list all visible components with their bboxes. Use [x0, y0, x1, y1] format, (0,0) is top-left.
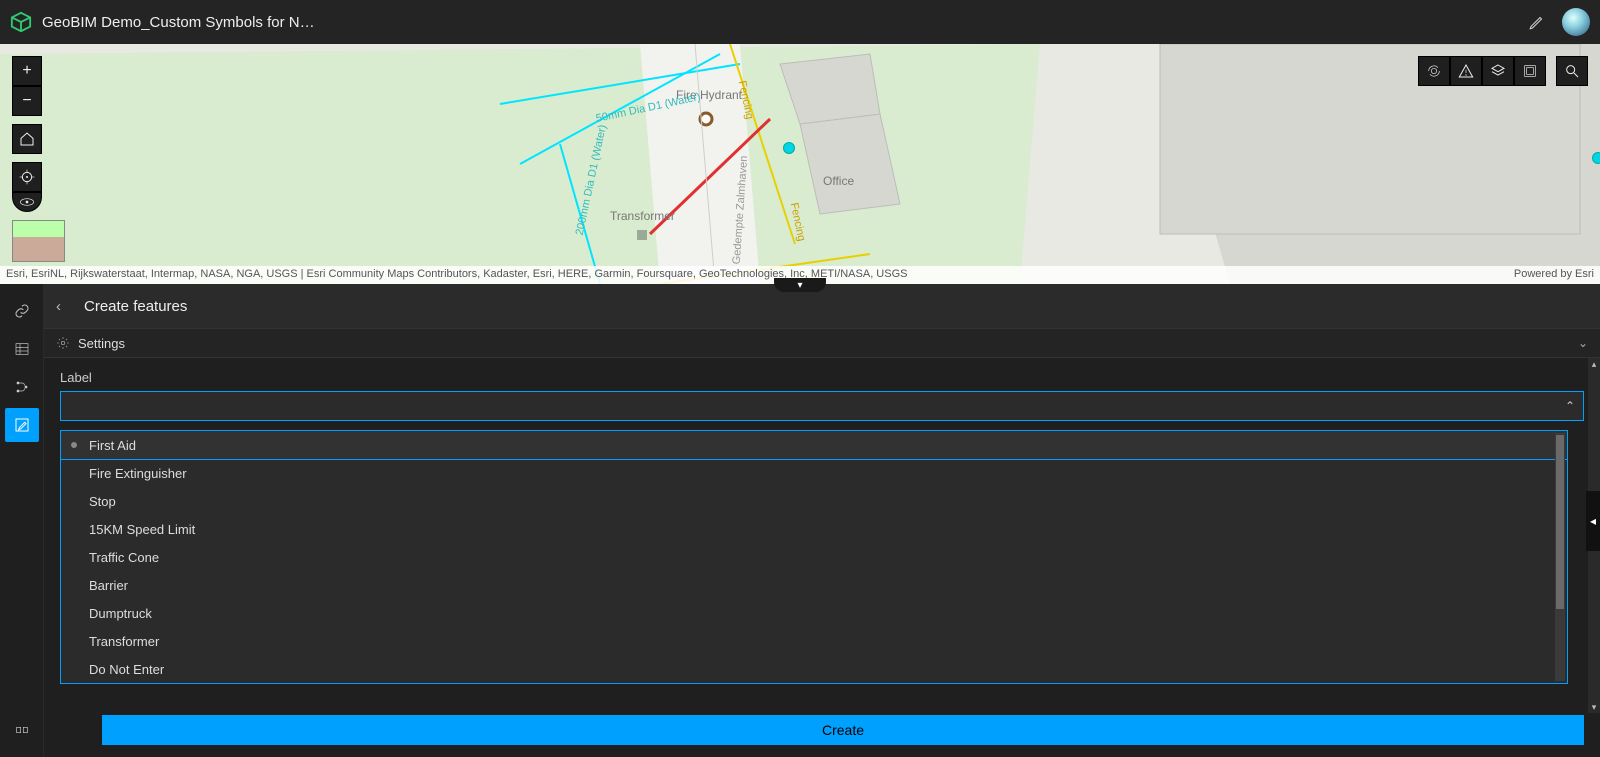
chevron-down-icon: ⌄ [1578, 336, 1588, 350]
scrollbar-thumb[interactable] [1556, 435, 1564, 609]
create-features-header: ‹ Create features [44, 284, 1600, 328]
label-dropdown[interactable]: ⌃ [60, 391, 1584, 421]
expand-icon [14, 722, 30, 738]
zoom-out-button[interactable]: − [12, 86, 42, 116]
gear-icon [56, 336, 70, 350]
dropdown-option-label: 15KM Speed Limit [89, 522, 195, 537]
map-marker-cyan [783, 142, 795, 154]
attribution-text: Esri, EsriNL, Rijkswaterstaat, Intermap,… [6, 268, 907, 282]
scroll-up-icon[interactable]: ▴ [1588, 358, 1600, 370]
search-icon [1564, 63, 1580, 79]
dropdown-option-label: Dumptruck [89, 606, 152, 621]
side-expand-toggle[interactable]: ◂ [1586, 491, 1600, 551]
pencil-icon[interactable] [1528, 13, 1546, 31]
panel-title: Create features [84, 298, 187, 315]
basemap-thumbnail[interactable] [12, 220, 65, 262]
basemap-icon [1522, 63, 1538, 79]
dropdown-option[interactable]: Stop [61, 487, 1567, 515]
tab-branch[interactable] [5, 370, 39, 404]
view-toggle-button[interactable] [12, 192, 42, 212]
user-avatar[interactable] [1562, 8, 1590, 36]
orbit-icon [1426, 63, 1442, 79]
dropdown-option[interactable]: Do Not Enter [61, 655, 1567, 683]
map-marker-cyan-edge [1592, 152, 1600, 164]
dropdown-option[interactable]: First Aid [61, 431, 1567, 459]
top-bar: GeoBIM Demo_Custom Symbols for N… [0, 0, 1600, 44]
create-button[interactable]: Create [102, 715, 1584, 745]
home-button[interactable] [12, 124, 42, 154]
dropdown-option[interactable]: Fire Extinguisher [61, 459, 1567, 487]
dropdown-option[interactable]: 15KM Speed Limit [61, 515, 1567, 543]
layers-button[interactable] [1482, 56, 1514, 86]
back-chevron-icon[interactable]: ‹ [56, 298, 76, 315]
navigate-around-button[interactable] [1418, 56, 1450, 86]
dropdown-option[interactable]: Dumptruck [61, 599, 1567, 627]
edit-square-icon [14, 417, 30, 433]
bottom-panel: ‹ Create features Settings ⌄ Label ⌃ Fir… [0, 284, 1600, 757]
dropdown-option[interactable]: Barrier [61, 571, 1567, 599]
table-icon [14, 341, 30, 357]
dropdown-option-label: Do Not Enter [89, 662, 164, 677]
dropdown-option[interactable]: Traffic Cone [61, 543, 1567, 571]
layers-icon [1490, 63, 1506, 79]
map-drawing [0, 44, 1600, 284]
panel-vertical-tabs [0, 284, 44, 757]
eye-icon [19, 197, 35, 207]
warning-icon [1458, 63, 1474, 79]
settings-label: Settings [78, 336, 125, 351]
search-button[interactable] [1556, 56, 1588, 86]
powered-by-text: Powered by Esri [1514, 268, 1594, 282]
branch-icon [14, 379, 30, 395]
field-label: Label [60, 370, 1584, 385]
tab-edit[interactable] [5, 408, 39, 442]
label-dropdown-list: First Aid Fire Extinguisher Stop 15KM Sp… [60, 430, 1568, 684]
scroll-down-icon[interactable]: ▾ [1588, 701, 1600, 713]
map-viewport[interactable]: Fire Hydrant Transformer Office 50mm Dia… [0, 44, 1600, 284]
dropdown-option-label: Traffic Cone [89, 550, 159, 565]
locate-icon [19, 169, 35, 185]
settings-row[interactable]: Settings ⌄ [44, 328, 1600, 358]
dropdown-option-label: Fire Extinguisher [89, 466, 187, 481]
form-area: Label ⌃ First Aid Fire Extinguisher Stop… [44, 358, 1600, 757]
hazard-button[interactable] [1450, 56, 1482, 86]
dropdown-option-label: Barrier [89, 578, 128, 593]
basemap-button[interactable] [1514, 56, 1546, 86]
tab-table[interactable] [5, 332, 39, 366]
locate-button[interactable] [12, 162, 42, 192]
dropdown-option[interactable]: Transformer [61, 627, 1567, 655]
dropdown-option-label: Transformer [89, 634, 159, 649]
dropdown-option-label: First Aid [89, 438, 136, 453]
map-tools-right [1418, 56, 1588, 86]
panel-body: ‹ Create features Settings ⌄ Label ⌃ Fir… [44, 284, 1600, 757]
dropdown-scrollbar[interactable] [1555, 433, 1565, 681]
zoom-in-button[interactable]: + [12, 56, 42, 86]
map-tools-left: + − [12, 56, 42, 262]
link-icon [14, 303, 30, 319]
home-icon [19, 131, 35, 147]
app-title: GeoBIM Demo_Custom Symbols for N… [42, 14, 315, 31]
dropdown-option-label: Stop [89, 494, 116, 509]
chevron-up-icon: ⌃ [1565, 399, 1575, 413]
tab-expand[interactable] [5, 713, 39, 747]
tab-link[interactable] [5, 294, 39, 328]
app-logo-icon [10, 11, 32, 33]
panel-collapse-toggle[interactable]: ▾ [774, 278, 826, 292]
